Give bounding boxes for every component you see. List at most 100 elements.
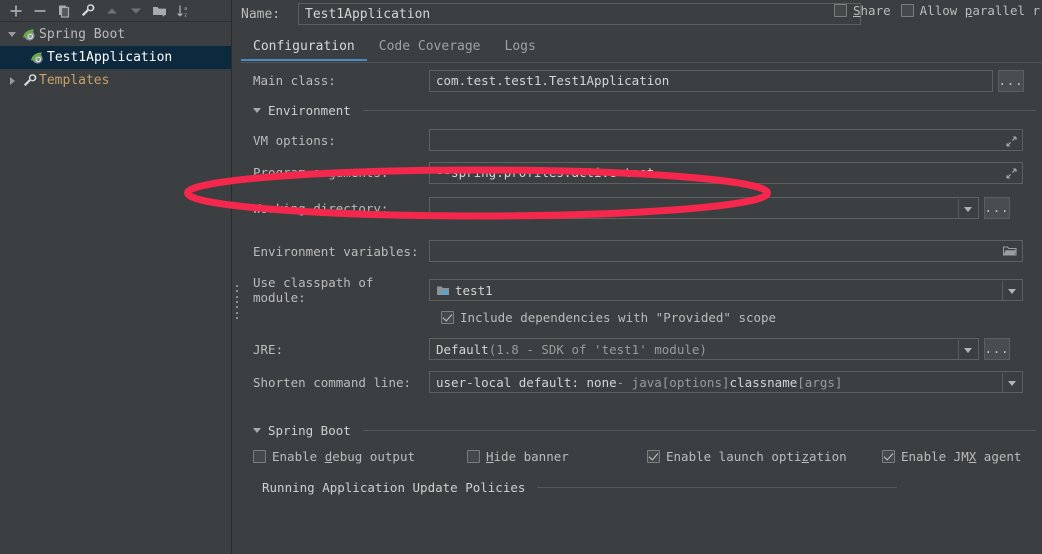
collapse-triangle-icon[interactable] (253, 107, 261, 113)
tab-configuration[interactable]: Configuration (241, 36, 367, 61)
sort-configurations-button[interactable]: a z (172, 1, 195, 21)
enable-debug-output-checkbox[interactable]: Enable debug output (253, 449, 467, 464)
chevron-down-icon[interactable] (1002, 373, 1021, 392)
running-application-section-title: Running Application Update Policies (262, 479, 526, 495)
name-label: Name: (241, 6, 281, 22)
include-dependencies-row: Include dependencies with "Provided" sco… (241, 304, 1042, 331)
allow-parallel-run-checkbox[interactable]: Allow parallel r (900, 3, 1041, 18)
enable-launch-optimization-checkbox[interactable]: Enable launch optization (647, 449, 882, 464)
program-arguments-value: --spring.profiles.active=test (436, 165, 655, 180)
splitter-grip-icon[interactable] (235, 285, 239, 319)
shorten-value-main: user-local default: none (436, 374, 617, 390)
name-input[interactable]: Test1Application (298, 3, 861, 25)
checkbox-box-icon[interactable] (647, 450, 660, 463)
checkbox-box-icon[interactable] (253, 450, 266, 463)
tree-item-templates[interactable]: Templates (0, 69, 231, 92)
section-divider (537, 486, 897, 488)
tree-item-label: Test1Application (47, 50, 173, 65)
chevron-down-icon[interactable] (958, 199, 977, 218)
use-classpath-value: test1 (455, 282, 493, 298)
main-class-row: Main class: com.test.test1.Test1Applicat… (241, 68, 1042, 93)
shorten-command-line-label: Shorten command line: (253, 374, 412, 390)
jre-value-default: Default (436, 341, 489, 357)
program-arguments-input[interactable]: --spring.profiles.active=test (429, 161, 1023, 184)
spring-boot-options: Enable debug output Hide banner Enable l… (241, 445, 1042, 468)
move-up-button[interactable] (100, 1, 123, 21)
shorten-value-java: - java (616, 374, 662, 390)
shorten-value-classname: classname (729, 374, 798, 390)
expand-triangle-icon[interactable] (4, 76, 20, 85)
enable-debug-output-label: Enable debug output (272, 449, 416, 464)
include-dependencies-checkbox[interactable]: Include dependencies with "Provided" sco… (441, 310, 776, 325)
configuration-form: Main class: com.test.test1.Test1Applicat… (241, 68, 1042, 502)
main-class-input[interactable]: com.test.test1.Test1Application (429, 69, 993, 92)
checkbox-box-icon[interactable] (834, 4, 847, 17)
copy-configuration-button[interactable] (52, 1, 75, 21)
spring-boot-icon (20, 28, 38, 42)
share-checkbox[interactable]: Share (834, 3, 891, 18)
run-configuration-dialog: a z Spring Boot Test1Application Templat… (0, 0, 1042, 554)
use-classpath-dropdown[interactable]: test1 (429, 279, 1023, 301)
environment-section-header[interactable]: Environment (241, 99, 1042, 121)
jre-label: JRE: (253, 341, 284, 357)
editor-tabs: Configuration Code Coverage Logs (241, 36, 1042, 63)
jre-browse-button[interactable]: ... (984, 338, 1010, 360)
edit-templates-wrench-icon[interactable] (76, 1, 99, 21)
section-divider (362, 429, 1036, 431)
hide-banner-label: Hide banner (486, 449, 569, 464)
spring-boot-section-title: Spring Boot (268, 422, 351, 438)
expand-triangle-icon[interactable] (4, 32, 20, 37)
panel-splitter[interactable] (233, 0, 241, 554)
working-directory-browse-button[interactable]: ... (984, 197, 1010, 219)
working-directory-label: Working directory: (253, 200, 389, 216)
shorten-command-line-dropdown[interactable]: user-local default: none - java [options… (429, 371, 1023, 393)
hide-banner-checkbox[interactable]: Hide banner (467, 449, 647, 464)
include-dependencies-label: Include dependencies with "Provided" sco… (460, 310, 777, 325)
shorten-value-options: [options] (661, 374, 730, 390)
tab-code-coverage[interactable]: Code Coverage (367, 36, 493, 60)
main-class-label: Main class: (253, 73, 336, 88)
tree-item-label: Templates (39, 73, 110, 88)
running-application-section-header: Running Application Update Policies (241, 476, 1042, 498)
main-class-value: com.test.test1.Test1Application (436, 73, 670, 88)
tab-logs[interactable]: Logs (493, 36, 548, 60)
share-label: Share (853, 3, 891, 18)
tree-item-label: Spring Boot (39, 27, 126, 42)
spring-boot-section-header[interactable]: Spring Boot (241, 419, 1042, 441)
jre-dropdown[interactable]: Default (1.8 - SDK of 'test1' module) (429, 338, 979, 360)
vm-options-input[interactable] (429, 129, 1023, 151)
wrench-icon (20, 73, 38, 88)
environment-variables-row: Environment variables: (241, 226, 1042, 276)
jre-row: JRE: Default (1.8 - SDK of 'test1' modul… (241, 331, 1042, 367)
environment-variables-input[interactable] (429, 240, 1023, 262)
add-configuration-button[interactable] (4, 1, 27, 21)
chevron-down-icon[interactable] (1002, 281, 1021, 300)
shorten-value-args: [args] (797, 374, 843, 390)
enable-jmx-agent-checkbox[interactable]: Enable JMX agent (882, 449, 1021, 464)
tree-item-spring-boot[interactable]: Spring Boot (0, 23, 231, 46)
use-classpath-row: Use classpath of module: test1 (241, 275, 1042, 305)
collapse-triangle-icon[interactable] (253, 427, 261, 433)
vm-options-row: VM options: (241, 125, 1042, 155)
tree-item-test1application[interactable]: Test1Application (0, 46, 231, 69)
top-options: Share Allow parallel r (834, 3, 1042, 18)
expand-editor-icon[interactable] (1001, 164, 1021, 183)
browse-folder-icon[interactable] (1002, 245, 1017, 260)
checkbox-box-icon[interactable] (441, 311, 454, 324)
working-directory-input[interactable] (429, 197, 979, 219)
checkbox-box-icon[interactable] (900, 4, 914, 17)
use-classpath-label: Use classpath of module: (253, 275, 374, 305)
environment-variables-label: Environment variables: (253, 243, 419, 259)
remove-configuration-button[interactable] (28, 1, 51, 21)
new-folder-button[interactable] (148, 1, 171, 21)
program-arguments-label: Program arguments: (253, 165, 389, 180)
expand-editor-icon[interactable] (1001, 131, 1021, 150)
main-class-browse-button[interactable]: ... (998, 69, 1024, 92)
vm-options-label: VM options: (253, 132, 336, 148)
checkbox-box-icon[interactable] (467, 450, 480, 463)
move-down-button[interactable] (124, 1, 147, 21)
allow-parallel-run-label: Allow parallel r (919, 3, 1041, 18)
chevron-down-icon[interactable] (958, 340, 977, 359)
checkbox-box-icon[interactable] (882, 450, 895, 463)
enable-jmx-agent-label: Enable JMX agent (901, 449, 1022, 464)
